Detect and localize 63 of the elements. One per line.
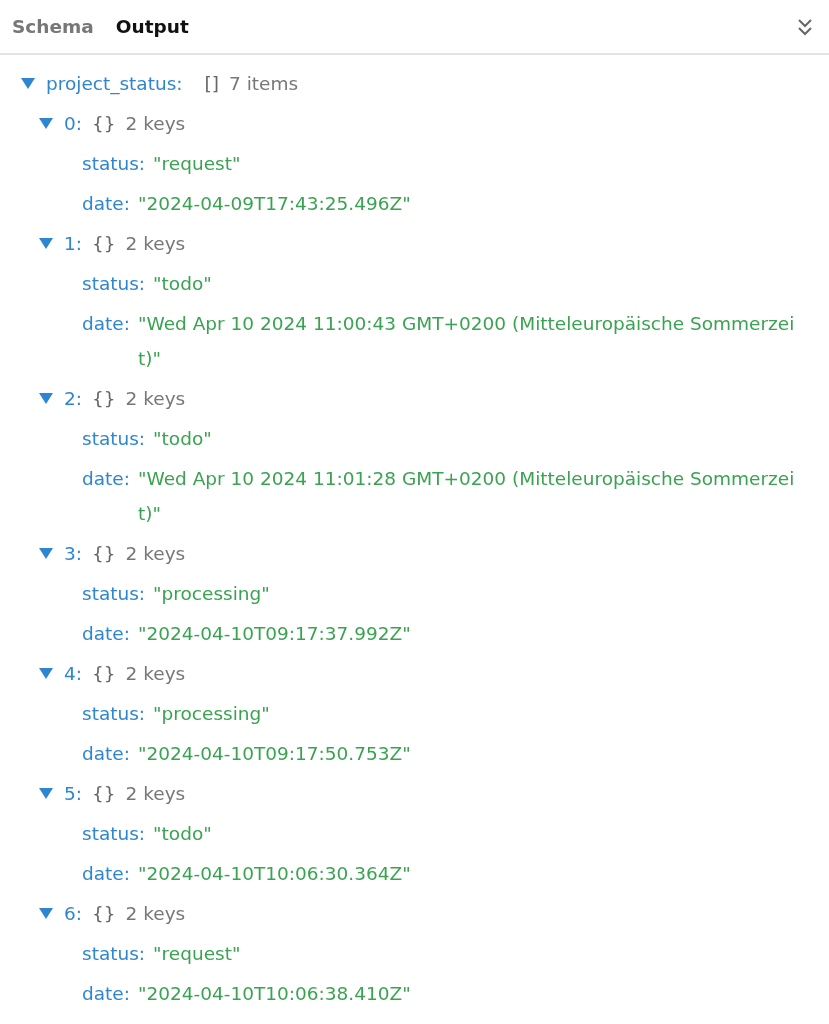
item-count: 7 items	[229, 72, 299, 94]
type-hint: {}	[92, 542, 116, 564]
key-count: 2 keys	[125, 782, 186, 804]
expand-toggle[interactable]	[38, 546, 54, 560]
field-value: "processing"	[153, 581, 271, 606]
panel-tab[interactable]: Output	[115, 16, 189, 37]
tree-key: 5:	[64, 782, 82, 804]
field-key: date:	[82, 460, 130, 496]
field-key: status:	[82, 935, 146, 971]
field-value: "2024-04-10T09:17:50.753Z"	[137, 741, 412, 766]
field-key: status:	[82, 420, 146, 456]
type-hint: {}	[92, 902, 116, 924]
expand-toggle[interactable]	[38, 236, 54, 250]
expand-toggle[interactable]	[38, 906, 54, 920]
field-key: date:	[82, 855, 130, 891]
field-key: status:	[82, 265, 146, 301]
field-key: date:	[82, 185, 130, 221]
field-key: date:	[82, 975, 130, 1011]
field-value: "todo"	[153, 821, 213, 846]
expand-toggle[interactable]	[20, 76, 36, 90]
type-hint: []	[204, 72, 219, 94]
field-value: "2024-04-10T10:06:38.410Z"	[137, 981, 412, 1006]
field-key: date:	[82, 305, 130, 341]
type-hint: {}	[92, 662, 116, 684]
key-count: 2 keys	[125, 232, 186, 254]
field-value: "2024-04-10T10:06:30.364Z"	[137, 861, 412, 886]
field-key: date:	[82, 735, 130, 771]
field-value: "Wed Apr 10 2024 11:00:43 GMT+0200 (Mitteleuropäische Sommerzeit)"	[137, 311, 796, 371]
field-value: "processing"	[153, 701, 271, 726]
type-hint: {}	[92, 112, 116, 134]
key-count: 2 keys	[125, 662, 186, 684]
double-chevron-icon[interactable]	[797, 17, 813, 36]
type-hint: {}	[92, 782, 116, 804]
expand-toggle[interactable]	[38, 391, 54, 405]
key-count: 2 keys	[125, 387, 186, 409]
tree-key: 6:	[64, 902, 82, 924]
key-count: 2 keys	[125, 112, 186, 134]
tree-key: 4:	[64, 662, 82, 684]
field-value: "todo"	[153, 271, 213, 296]
expand-toggle[interactable]	[38, 116, 54, 130]
tree-key: project_status:	[46, 72, 183, 94]
tree-key: 2:	[64, 387, 82, 409]
key-count: 2 keys	[125, 902, 186, 924]
field-key: status:	[82, 695, 146, 731]
field-value: "2024-04-09T17:43:25.496Z"	[137, 191, 412, 216]
field-key: status:	[82, 575, 146, 611]
tree-key: 1:	[64, 232, 82, 254]
panel-tab[interactable]: Schema	[12, 16, 94, 37]
tree-key: 3:	[64, 542, 82, 564]
field-value: "request"	[153, 151, 242, 176]
type-hint: {}	[92, 387, 116, 409]
tree-key: 0:	[64, 112, 82, 134]
field-key: status:	[82, 145, 146, 181]
field-value: "request"	[153, 941, 242, 966]
type-hint: {}	[92, 232, 116, 254]
field-value: "Wed Apr 10 2024 11:01:28 GMT+0200 (Mitteleuropäische Sommerzeit)"	[137, 466, 796, 526]
expand-toggle[interactable]	[38, 786, 54, 800]
key-count: 2 keys	[125, 542, 186, 564]
expand-toggle[interactable]	[38, 666, 54, 680]
field-key: date:	[82, 615, 130, 651]
field-value: "2024-04-10T09:17:37.992Z"	[137, 621, 412, 646]
field-key: status:	[82, 815, 146, 851]
field-value: "todo"	[153, 426, 213, 451]
